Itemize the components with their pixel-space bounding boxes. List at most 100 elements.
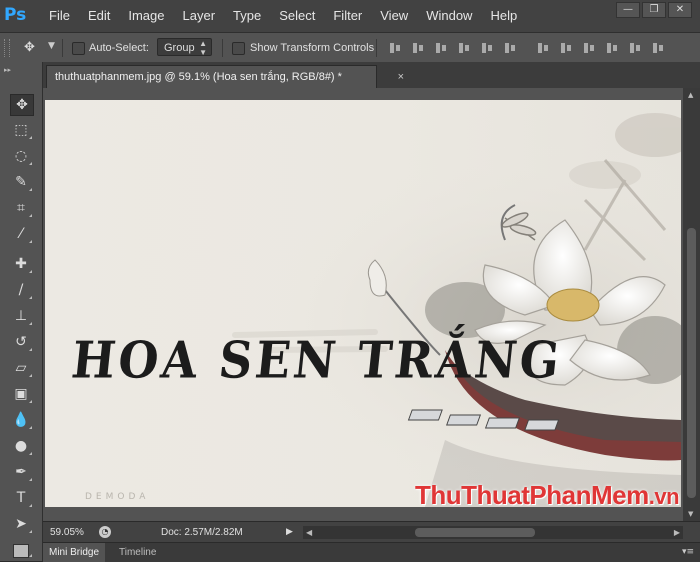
menu-edit[interactable]: Edit [88, 0, 110, 32]
menu-window[interactable]: Window [426, 0, 472, 32]
site-watermark: ThuThuatPhanMem.vn [415, 480, 680, 507]
document-tab[interactable]: thuthuatphanmem.jpg @ 59.1% (Hoa sen trắ… [46, 65, 404, 88]
quick-selection-tool-button[interactable]: ✎ [10, 172, 32, 192]
scroll-right-icon[interactable]: ▶ [674, 526, 680, 539]
status-info-icon[interactable]: ◔ [99, 526, 111, 538]
menu-view[interactable]: View [380, 0, 408, 32]
menu-filter[interactable]: Filter [333, 0, 362, 32]
distribute-top-edges-icon[interactable] [536, 41, 550, 55]
eyedropper-tool-icon: ⁄ [19, 226, 23, 242]
menu-select[interactable]: Select [279, 0, 315, 32]
crop-tool-icon: ⌗ [17, 200, 25, 216]
scroll-up-icon[interactable]: ▲ [688, 91, 693, 99]
zoom-level-field[interactable]: 59.05% [50, 522, 84, 543]
scroll-down-icon[interactable]: ▼ [688, 510, 693, 518]
options-bar: ✥ ▼ Auto-Select: Group ▲ ▼ Show Transform… [0, 32, 700, 64]
move-tool-icon: ✥ [16, 97, 28, 113]
align-left-edges-icon[interactable] [457, 41, 471, 55]
pen-tool-button[interactable]: ✒ [10, 462, 32, 482]
status-bar: 59.05% ◔ Doc: 2.57M/2.82M ▶ ◀ ▶ [43, 521, 700, 543]
close-window-button[interactable]: ✕ [668, 2, 692, 18]
horizontal-scroll-thumb[interactable] [415, 528, 535, 537]
main-menu: File Edit Image Layer Type Select Filter… [49, 0, 535, 32]
document-size-readout: Doc: 2.57M/2.82M [161, 527, 243, 538]
brush-tool-button[interactable]: / [10, 280, 32, 300]
panel-menu-icon[interactable]: ▾≡ [682, 544, 694, 561]
marquee-tool-icon: ⬚ [14, 122, 28, 138]
marquee-tool-button[interactable]: ⬚ [10, 120, 32, 140]
vertical-scroll-thumb[interactable] [687, 228, 696, 498]
menu-image[interactable]: Image [128, 0, 164, 32]
clone-stamp-tool-button[interactable]: ⊥ [10, 306, 32, 326]
gradient-tool-button[interactable]: ▣ [10, 384, 32, 404]
type-tool-button[interactable]: T [10, 488, 32, 508]
menu-bar: Ps File Edit Image Layer Type Select Fil… [0, 0, 700, 32]
move-tool-button[interactable]: ✥ [10, 94, 34, 116]
path-selection-tool-button[interactable]: ➤ [10, 514, 32, 534]
auto-select-target-select[interactable]: Group ▲ ▼ [157, 38, 212, 57]
history-brush-tool-button[interactable]: ↺ [10, 332, 32, 352]
align-right-edges-icon[interactable] [503, 41, 517, 55]
crop-tool-button[interactable]: ⌗ [10, 198, 32, 218]
blur-tool-icon: 💧 [12, 412, 30, 428]
lotus-artwork [45, 100, 681, 507]
align-vertical-centers-icon[interactable] [411, 41, 425, 55]
move-tool-preset-icon[interactable]: ✥ [24, 40, 46, 56]
window-controls: — ❐ ✕ [614, 2, 692, 18]
document-canvas[interactable]: HOA SEN TRẮNG DEMODA ThuThuatPhanMem.vn [45, 100, 681, 507]
eyedropper-tool-button[interactable]: ⁄ [10, 224, 32, 244]
artwork-title-text: HOA SEN TRẮNG [68, 330, 566, 390]
clone-stamp-tool-icon: ⊥ [14, 308, 28, 324]
path-selection-tool-icon: ➤ [15, 516, 27, 532]
close-tab-icon[interactable]: × [398, 66, 404, 88]
vertical-scrollbar[interactable]: ▲ ▼ [683, 88, 700, 521]
lasso-tool-button[interactable]: ◌ [10, 146, 32, 166]
menu-layer[interactable]: Layer [183, 0, 216, 32]
distribute-vertical-centers-icon[interactable] [559, 41, 573, 55]
document-tab-bar: thuthuatphanmem.jpg @ 59.1% (Hoa sen trắ… [43, 62, 700, 89]
distribute-horizontal-centers-icon[interactable] [628, 41, 642, 55]
healing-brush-tool-button[interactable]: ✚ [10, 254, 32, 274]
brush-tool-icon: / [18, 282, 24, 298]
dodge-tool-button[interactable]: ● [10, 436, 32, 456]
chevron-down-icon[interactable]: ▼ [48, 41, 55, 51]
collapse-panel-icon[interactable]: ▸▸ [4, 66, 11, 74]
menu-file[interactable]: File [49, 0, 70, 32]
canvas-area[interactable]: HOA SEN TRẮNG DEMODA ThuThuatPhanMem.vn [43, 88, 683, 521]
eraser-tool-icon: ▱ [15, 360, 27, 376]
align-top-edges-icon[interactable] [388, 41, 402, 55]
align-buttons [388, 41, 674, 55]
blur-tool-button[interactable]: 💧 [10, 410, 32, 430]
auto-select-target-value: Group [164, 42, 195, 54]
distribute-bottom-edges-icon[interactable] [582, 41, 596, 55]
type-tool-icon: T [16, 490, 26, 506]
show-transform-controls-checkbox[interactable] [232, 42, 245, 55]
divider [62, 39, 63, 57]
align-horizontal-centers-icon[interactable] [480, 41, 494, 55]
quick-selection-tool-icon: ✎ [15, 174, 27, 190]
select-arrows-icon: ▲ ▼ [199, 39, 207, 57]
tab-timeline[interactable]: Timeline [113, 543, 162, 562]
restore-button[interactable]: ❐ [642, 2, 666, 18]
watermark-main: ThuThuatPhanMem [415, 480, 649, 507]
menu-type[interactable]: Type [233, 0, 261, 32]
healing-brush-tool-icon: ✚ [15, 256, 27, 272]
minimize-button[interactable]: — [616, 2, 640, 18]
auto-select-checkbox[interactable] [72, 42, 85, 55]
menu-help[interactable]: Help [490, 0, 517, 32]
tab-mini-bridge[interactable]: Mini Bridge [43, 543, 106, 562]
status-menu-arrow-icon[interactable]: ▶ [286, 527, 293, 537]
pen-tool-icon: ✒ [15, 464, 27, 480]
scroll-left-icon[interactable]: ◀ [306, 526, 312, 539]
lasso-tool-icon: ◌ [14, 148, 28, 164]
eraser-tool-button[interactable]: ▱ [10, 358, 32, 378]
screen-mode-icon[interactable] [13, 544, 29, 558]
horizontal-scrollbar[interactable]: ◀ ▶ [303, 526, 683, 539]
gradient-tool-icon: ▣ [14, 386, 28, 402]
distribute-left-edges-icon[interactable] [605, 41, 619, 55]
align-bottom-edges-icon[interactable] [434, 41, 448, 55]
options-bar-grip[interactable] [4, 39, 10, 57]
history-brush-tool-icon: ↺ [15, 334, 27, 350]
document-tab-title: thuthuatphanmem.jpg @ 59.1% (Hoa sen trắ… [55, 71, 342, 83]
distribute-right-edges-icon[interactable] [651, 41, 665, 55]
